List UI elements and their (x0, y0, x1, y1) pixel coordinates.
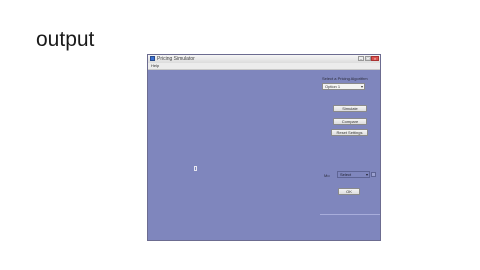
chevron-down-icon: ▾ (365, 172, 368, 177)
field-label: Mo (324, 173, 330, 178)
minimize-button[interactable]: – (358, 56, 364, 61)
divider (320, 214, 380, 215)
algorithm-select-value: Option 1 (325, 84, 341, 89)
close-button[interactable]: × (371, 56, 379, 61)
field-select-value: Select (340, 172, 352, 177)
ok-button[interactable]: OK (338, 188, 360, 195)
chevron-down-icon: ▾ (360, 84, 363, 89)
app-window: Pricing Simulator – □ × Help Select a Pr… (147, 54, 381, 241)
mouse-cursor-icon (194, 166, 197, 171)
simulate-button[interactable]: Simulate (333, 105, 367, 112)
slide-title: output (36, 28, 95, 51)
algorithm-select[interactable]: Option 1 ▾ (322, 83, 365, 90)
window-title: Pricing Simulator (157, 56, 195, 62)
settings-icon[interactable] (371, 172, 376, 177)
menu-bar: Help (148, 63, 380, 70)
compare-button[interactable]: Compare (333, 118, 367, 125)
field-select[interactable]: Select ▾ (337, 171, 370, 178)
app-icon (150, 56, 155, 61)
algorithm-label: Select a Pricing Algorithm (322, 76, 368, 81)
reset-button[interactable]: Reset Settings (331, 129, 368, 136)
menu-help[interactable]: Help (151, 63, 159, 69)
